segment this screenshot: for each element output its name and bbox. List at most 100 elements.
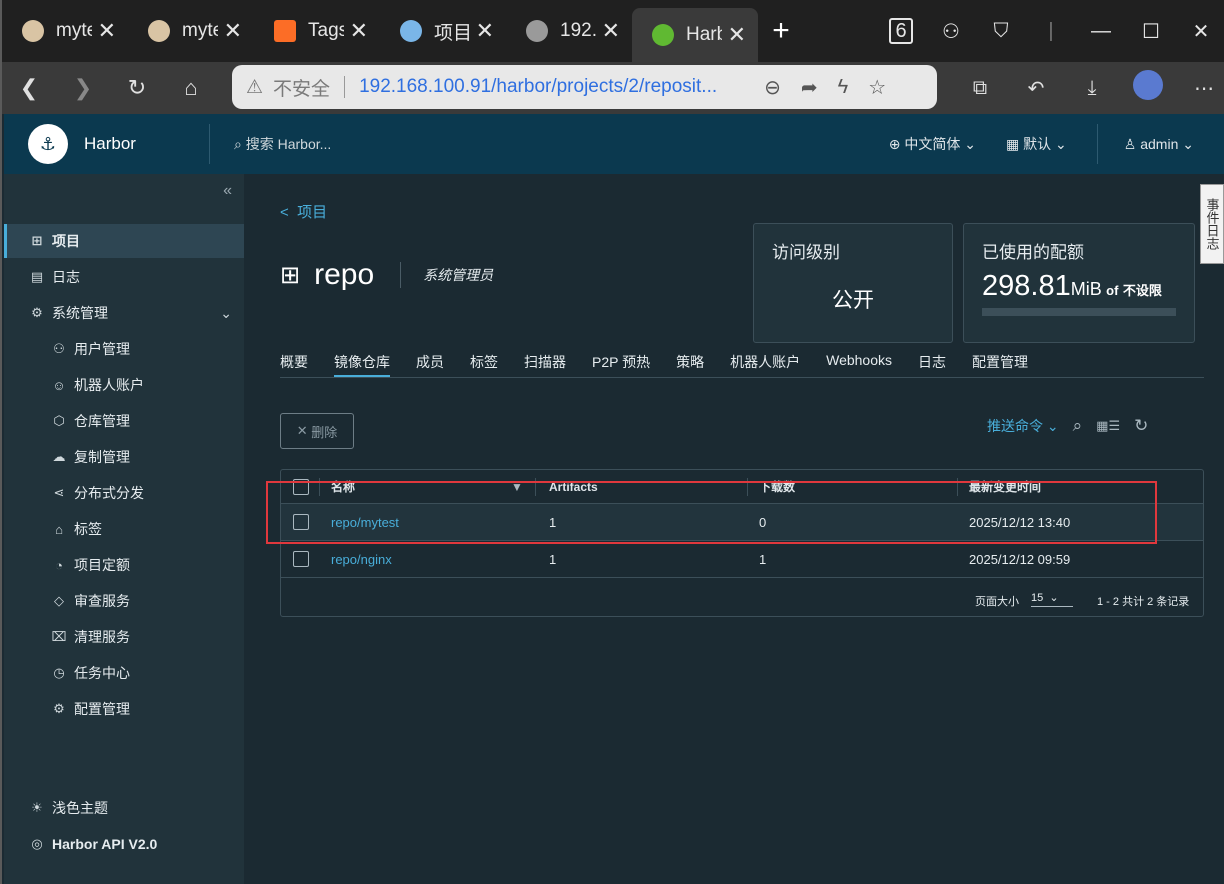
browser-tab[interactable]: 项目 ✕ bbox=[380, 0, 506, 62]
maximize-button[interactable]: ☐ bbox=[1126, 19, 1176, 44]
forward-icon[interactable]: ❯ bbox=[56, 75, 110, 101]
star-icon[interactable]: ☆ bbox=[868, 75, 886, 100]
close-icon[interactable]: ✕ bbox=[224, 18, 242, 44]
sidebar-item-jobs[interactable]: ◷ 任务中心 bbox=[4, 656, 244, 690]
share-icon[interactable]: ➦ bbox=[801, 75, 818, 100]
push-command-dropdown[interactable]: 推送命令 ⌄ bbox=[987, 416, 1059, 436]
breadcrumb[interactable]: < 项目 bbox=[280, 201, 327, 222]
sidebar-item-admin[interactable]: ⚙ 系统管理 ⌄ bbox=[4, 296, 244, 330]
home-icon[interactable]: ⌂ bbox=[164, 75, 218, 101]
browser-tab[interactable]: Tags ✕ bbox=[254, 0, 380, 62]
tag-icon: ⌂ bbox=[55, 521, 63, 537]
browser-tab[interactable]: myte✕ bbox=[128, 0, 254, 62]
tab-bar: myte✕ myte✕ Tags✕ 项目✕ 192.✕ Harb✕ + 6 ⚇ … bbox=[2, 0, 1224, 62]
quota-bar bbox=[982, 308, 1176, 316]
close-icon[interactable]: ✕ bbox=[602, 18, 620, 44]
shirt-icon[interactable]: ⛉ bbox=[976, 20, 1026, 43]
delete-button[interactable]: ✕ 删除 bbox=[280, 413, 354, 449]
tab-repositories[interactable]: 镜像仓库 bbox=[334, 352, 390, 377]
sidebar-item-users[interactable]: ⚇ 用户管理 bbox=[4, 332, 244, 366]
sidebar-item-robots[interactable]: ☺ 机器人账户 bbox=[4, 368, 244, 402]
event-log-button[interactable]: 事件日志 bbox=[1200, 184, 1224, 264]
menu-icon[interactable]: ⋯ bbox=[1176, 76, 1224, 101]
tab-count-icon[interactable]: 6 bbox=[876, 17, 926, 44]
close-window-button[interactable]: ✕ bbox=[1176, 19, 1224, 44]
dashboard-icon: ◔ bbox=[55, 557, 63, 573]
page-size-select[interactable]: 15 ⌄ bbox=[1031, 591, 1073, 607]
new-tab-button[interactable]: + bbox=[758, 0, 804, 62]
theme-dropdown[interactable]: ▦ 默认 ⌄ bbox=[1006, 134, 1067, 154]
sidebar-item-gc[interactable]: ⌧ 清理服务 bbox=[4, 620, 244, 654]
browser-tab[interactable]: 192. ✕ bbox=[506, 0, 632, 62]
browser-tab-active[interactable]: Harb✕ bbox=[632, 8, 758, 62]
close-icon[interactable]: ✕ bbox=[98, 18, 116, 44]
navigation-bar: ❮ ❯ ↻ ⌂ ⚠ 不安全 192.168.100.91/harbor/proj… bbox=[2, 62, 1224, 114]
sidebar-item-distribution[interactable]: ⋖ 分布式分发 bbox=[4, 476, 244, 510]
cube-icon: ⬡ bbox=[53, 413, 65, 428]
header-divider bbox=[1096, 124, 1098, 164]
refresh-icon[interactable]: ↻ bbox=[110, 75, 164, 101]
search-input[interactable]: ⌕ 搜索 Harbor... bbox=[234, 134, 331, 154]
sidebar-item-labels[interactable]: ⌂ 标签 bbox=[4, 512, 244, 546]
sidebar-item-replication[interactable]: ☁ 复制管理 bbox=[4, 440, 244, 474]
language-dropdown[interactable]: ⊕ 中文简体 ⌄ bbox=[889, 134, 976, 154]
url-text[interactable]: 192.168.100.91/harbor/projects/2/reposit… bbox=[344, 76, 744, 98]
puzzle-icon[interactable]: ⧉ bbox=[952, 77, 1008, 100]
row-checkbox[interactable] bbox=[293, 551, 309, 567]
tab-p2p[interactable]: P2P 预热 bbox=[592, 352, 650, 377]
users-icon: ⚇ bbox=[53, 341, 65, 356]
tab-logs[interactable]: 日志 bbox=[918, 352, 946, 377]
sidebar-item-logs[interactable]: ▤ 日志 bbox=[4, 260, 244, 294]
undo-icon[interactable]: ↶ bbox=[1008, 76, 1064, 101]
grid-toolbar: 推送命令 ⌄ ⌕ ▦☰ ↻ bbox=[987, 416, 1148, 436]
tab-labels[interactable]: 标签 bbox=[470, 352, 498, 377]
search-icon[interactable]: ⌕ bbox=[1073, 416, 1083, 436]
api-link[interactable]: ◎ Harbor API V2.0 bbox=[4, 827, 244, 861]
address-bar[interactable]: ⚠ 不安全 192.168.100.91/harbor/projects/2/r… bbox=[232, 65, 937, 109]
close-icon[interactable]: ✕ bbox=[476, 18, 494, 44]
refresh-icon[interactable]: ↻ bbox=[1134, 416, 1148, 436]
tab-robots[interactable]: 机器人账户 bbox=[730, 352, 800, 377]
tab-config[interactable]: 配置管理 bbox=[972, 352, 1028, 377]
sidebar-item-quotas[interactable]: ◔ 项目定额 bbox=[4, 548, 244, 582]
zoom-icon[interactable]: ⊖ bbox=[764, 75, 781, 100]
gear-icon: ⚙ bbox=[53, 701, 65, 716]
tab-summary[interactable]: 概要 bbox=[280, 352, 308, 377]
browser-tab[interactable]: myte✕ bbox=[2, 0, 128, 62]
share-icon: ⋖ bbox=[53, 485, 65, 500]
logs-icon: ▤ bbox=[30, 269, 44, 284]
harbor-logo-icon[interactable]: ⚓ bbox=[28, 124, 68, 164]
download-icon[interactable]: ⤓ bbox=[1064, 77, 1120, 100]
avatar[interactable] bbox=[1120, 70, 1176, 106]
sidebar-item-projects[interactable]: ⊞ 项目 bbox=[4, 224, 244, 258]
sidebar-item-interrogation[interactable]: ◇ 审查服务 bbox=[4, 584, 244, 618]
project-icon bbox=[400, 20, 422, 42]
quota-value: 298.81MiB of 不设限 bbox=[982, 270, 1162, 302]
harbor-icon bbox=[652, 24, 674, 46]
sidebar-item-registries[interactable]: ⬡ 仓库管理 bbox=[4, 404, 244, 438]
user-menu[interactable]: ♙ admin ⌄ bbox=[1124, 136, 1194, 153]
close-icon[interactable]: ✕ bbox=[350, 18, 368, 44]
collapse-sidebar-icon[interactable]: « bbox=[223, 182, 232, 200]
tab-members[interactable]: 成员 bbox=[416, 352, 444, 377]
shield-icon: ◇ bbox=[54, 593, 64, 608]
role-label: 系统管理员 bbox=[423, 267, 494, 283]
sidebar-item-config[interactable]: ⚙ 配置管理 bbox=[4, 692, 244, 726]
brand-name[interactable]: Harbor bbox=[84, 134, 136, 154]
admin-icon: ⚙ bbox=[31, 305, 43, 320]
minimize-button[interactable]: — bbox=[1076, 20, 1126, 43]
grid-view-icon[interactable]: ▦☰ bbox=[1096, 418, 1120, 434]
globe-icon: ⊕ bbox=[888, 136, 901, 152]
tab-scanner[interactable]: 扫描器 bbox=[524, 352, 566, 377]
close-icon[interactable]: ✕ bbox=[728, 22, 746, 48]
page-title: ⊞ repo 系统管理员 bbox=[280, 258, 494, 291]
theme-toggle[interactable]: ☀ 浅色主题 bbox=[4, 791, 244, 825]
tab-webhooks[interactable]: Webhooks bbox=[826, 352, 892, 377]
quota-card: 已使用的配额 298.81MiB of 不设限 bbox=[963, 223, 1195, 343]
extensions-icon[interactable]: ⚇ bbox=[926, 19, 976, 44]
table-row[interactable]: repo/nginx 1 1 2025/12/12 09:59 bbox=[281, 541, 1203, 578]
lightning-icon[interactable]: ϟ bbox=[838, 76, 849, 99]
back-icon[interactable]: ❮ bbox=[2, 75, 56, 101]
tab-policy[interactable]: 策略 bbox=[676, 352, 704, 377]
chevron-down-icon: ⌄ bbox=[220, 304, 232, 321]
